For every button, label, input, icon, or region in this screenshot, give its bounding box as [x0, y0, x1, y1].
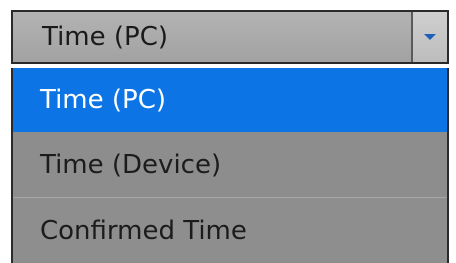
dropdown-options-list: Time (PC) Time (Device) Confirmed Time — [11, 68, 449, 263]
option-time-pc[interactable]: Time (PC) — [13, 68, 447, 132]
selected-value: Time (PC) — [42, 22, 169, 52]
dropdown-toggle-button[interactable] — [411, 12, 447, 62]
time-source-dropdown: Time (PC) Time (PC) Time (Device) Confir… — [0, 0, 456, 263]
time-source-select[interactable]: Time (PC) — [11, 10, 449, 64]
option-time-device[interactable]: Time (Device) — [13, 132, 447, 198]
option-confirmed-time[interactable]: Confirmed Time — [13, 199, 447, 263]
chevron-down-icon — [424, 34, 436, 40]
